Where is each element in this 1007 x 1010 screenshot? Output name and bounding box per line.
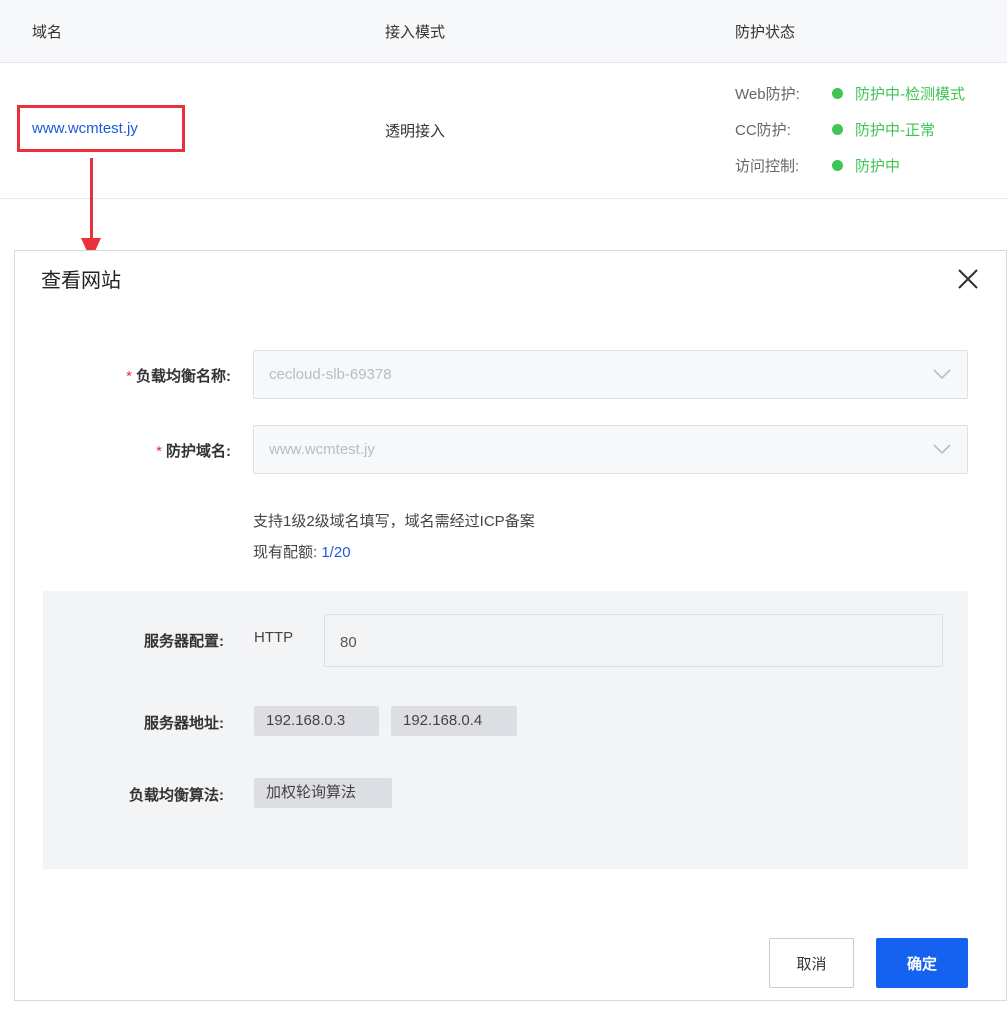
server-config-label: 服务器配置: xyxy=(144,633,224,650)
confirm-button[interactable]: 确定 xyxy=(876,938,968,988)
close-icon[interactable] xyxy=(955,266,981,292)
annotation-arrow-line xyxy=(90,158,93,242)
slb-name-label: * 负载均衡名称: xyxy=(126,368,231,385)
column-header-status: 防护状态 xyxy=(735,24,796,41)
server-address-tag: 192.168.0.3 xyxy=(254,706,379,736)
access-mode-text: 透明接入 xyxy=(385,123,446,140)
status-value: 防护中-正常 xyxy=(855,121,935,139)
protected-domain-value: www.wcmtest.jy xyxy=(269,441,375,458)
column-header-domain: 域名 xyxy=(32,24,63,41)
protected-domain-label: * 防护域名: xyxy=(156,443,231,460)
status-value: 防护中-检测模式 xyxy=(855,85,965,103)
status-web: Web防护: 防护中-检测模式 xyxy=(735,83,965,103)
status-label: 访问控制: xyxy=(735,157,800,175)
status-dot-icon xyxy=(832,87,843,99)
dialog-title: 查看网站 xyxy=(41,270,121,292)
status-cc: CC防护: 防护中-正常 xyxy=(735,119,935,139)
column-header-mode: 接入模式 xyxy=(385,24,446,41)
status-access-control: 访问控制: 防护中 xyxy=(735,155,900,175)
required-mark: * xyxy=(156,443,162,460)
table-row: www.wcmtest.jy 透明接入 Web防护: 防护中-检测模式 CC防护… xyxy=(0,63,1007,199)
table-header: 域名 接入模式 防护状态 xyxy=(0,0,1007,63)
port-input[interactable]: 80 xyxy=(324,614,943,667)
quota-text: 现有配额: 1/20 xyxy=(253,541,351,562)
quota-label: 现有配额: xyxy=(253,544,318,561)
chevron-down-icon xyxy=(933,369,951,380)
status-dot-icon xyxy=(832,123,843,135)
server-address-label: 服务器地址: xyxy=(144,715,224,732)
protocol-text: HTTP xyxy=(254,629,294,646)
slb-name-select[interactable]: cecloud-slb-69378 xyxy=(253,350,968,399)
server-address-tag: 192.168.0.4 xyxy=(391,706,517,736)
domain-help-text: 支持1级2级域名填写，域名需经过ICP备案 xyxy=(253,513,535,530)
lb-algorithm-label: 负载均衡算法: xyxy=(129,787,224,804)
status-label: CC防护: xyxy=(735,121,791,139)
protected-domain-select[interactable]: www.wcmtest.jy xyxy=(253,425,968,474)
status-value: 防护中 xyxy=(855,157,901,175)
server-config-panel: 服务器配置: HTTP 80 服务器地址: 192.168.0.3 192.16… xyxy=(43,591,968,869)
status-label: Web防护: xyxy=(735,85,800,103)
chevron-down-icon xyxy=(933,444,951,455)
cancel-button[interactable]: 取消 xyxy=(769,938,854,988)
lb-algorithm-tag: 加权轮询算法 xyxy=(254,778,392,808)
quota-value: 1/20 xyxy=(321,544,351,561)
domain-link[interactable]: www.wcmtest.jy xyxy=(32,120,138,137)
view-website-dialog: 查看网站 * 负载均衡名称: cecloud-slb-69378 * 防护域名: w… xyxy=(14,250,1007,1001)
required-mark: * xyxy=(126,368,132,385)
slb-name-value: cecloud-slb-69378 xyxy=(269,366,392,383)
port-value: 80 xyxy=(340,634,357,651)
status-dot-icon xyxy=(832,159,843,171)
